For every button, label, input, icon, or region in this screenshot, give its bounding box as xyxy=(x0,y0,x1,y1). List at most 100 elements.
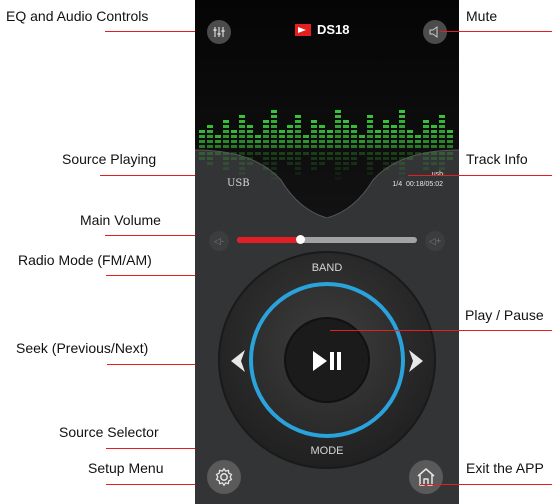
eq-bar-reflection xyxy=(407,152,413,155)
logo-mark-icon xyxy=(295,23,311,36)
eq-bar-segment xyxy=(383,125,389,128)
band-button[interactable]: BAND xyxy=(195,262,459,274)
volume-up-button[interactable]: ◁+ xyxy=(425,231,445,251)
eq-bar-reflection xyxy=(439,152,445,155)
eq-bar-segment xyxy=(255,145,261,148)
eq-bar-reflection xyxy=(223,157,229,160)
label-setup-menu: Setup Menu xyxy=(88,460,164,476)
eq-bar-reflection xyxy=(319,157,325,160)
play-pause-icon xyxy=(313,351,341,371)
eq-bar-segment xyxy=(279,135,285,138)
play-pause-button[interactable] xyxy=(307,348,347,374)
eq-bar-segment xyxy=(311,145,317,148)
eq-bar-reflection xyxy=(359,152,365,155)
eq-bar-reflection xyxy=(431,162,437,165)
eq-bar-segment xyxy=(335,130,341,133)
eq-bar-segment xyxy=(359,145,365,148)
eq-bar-segment xyxy=(239,120,245,123)
eq-bar-reflection xyxy=(295,172,301,175)
eq-bar-segment xyxy=(335,120,341,123)
eq-bar-segment xyxy=(423,125,429,128)
eq-bar-segment xyxy=(207,135,213,138)
eq-bar-segment xyxy=(279,140,285,143)
eq-bar-segment xyxy=(439,145,445,148)
settings-button[interactable] xyxy=(207,460,241,494)
eq-bar-segment xyxy=(439,125,445,128)
eq-bar-reflection xyxy=(295,157,301,160)
eq-bar-reflection xyxy=(431,157,437,160)
eq-bar-segment xyxy=(383,135,389,138)
eq-bar-segment xyxy=(335,115,341,118)
eq-bar-reflection xyxy=(399,152,405,155)
eq-bar-segment xyxy=(399,110,405,113)
eq-bar-segment xyxy=(431,145,437,148)
seek-back-icon xyxy=(231,350,245,372)
eq-bar-segment xyxy=(263,140,269,143)
eq-bar-segment xyxy=(207,130,213,133)
eq-bar-reflection xyxy=(383,152,389,155)
mute-button[interactable] xyxy=(423,20,447,44)
eq-bar-segment xyxy=(287,140,293,143)
eq-bar-segment xyxy=(303,140,309,143)
eq-bar-reflection xyxy=(351,152,357,155)
eq-bar-segment xyxy=(207,140,213,143)
eq-bar-segment xyxy=(399,125,405,128)
eq-bar-segment xyxy=(287,130,293,133)
app-screen: DS18 USB usb 1/4 00:18/05:02 ◁- ◁+ xyxy=(195,0,459,504)
eq-bar-segment xyxy=(367,125,373,128)
eq-bar-segment xyxy=(311,120,317,123)
eq-bar-segment xyxy=(247,125,253,128)
next-button[interactable] xyxy=(407,348,427,374)
eq-bar-segment xyxy=(319,140,325,143)
eq-bar-reflection xyxy=(247,162,253,165)
eq-bar-segment xyxy=(367,135,373,138)
eq-bar-reflection xyxy=(367,157,373,160)
track-position-time: 1/4 00:18/05:02 xyxy=(392,180,443,190)
eq-bar-reflection xyxy=(199,157,205,160)
eq-bar-reflection xyxy=(287,152,293,155)
eq-bar-reflection xyxy=(335,162,341,165)
eq-bar-reflection xyxy=(391,152,397,155)
eq-bar-segment xyxy=(207,145,213,148)
eq-bar-reflection xyxy=(223,162,229,165)
eq-bar-segment xyxy=(255,135,261,138)
mode-button[interactable]: MODE xyxy=(195,445,459,457)
eq-sliders-icon xyxy=(213,27,225,37)
eq-bar-segment xyxy=(223,130,229,133)
label-mute: Mute xyxy=(466,8,498,24)
eq-bar-segment xyxy=(247,130,253,133)
track-info: usb 1/4 00:18/05:02 xyxy=(392,170,443,190)
eq-bar-segment xyxy=(423,130,429,133)
eq-bar-reflection xyxy=(431,152,437,155)
previous-button[interactable] xyxy=(227,348,247,374)
volume-knob[interactable] xyxy=(296,235,305,244)
eq-bar-segment xyxy=(319,135,325,138)
eq-button[interactable] xyxy=(207,20,231,44)
label-track-info: Track Info xyxy=(466,151,528,167)
eq-bar-segment xyxy=(311,135,317,138)
eq-bar-segment xyxy=(447,130,453,133)
leader-play-pause xyxy=(330,330,552,331)
eq-bar-segment xyxy=(239,115,245,118)
eq-bar-segment xyxy=(423,135,429,138)
volume-down-button[interactable]: ◁- xyxy=(209,231,229,251)
eq-bar-reflection xyxy=(439,157,445,160)
eq-bar-segment xyxy=(399,120,405,123)
eq-bar-segment xyxy=(335,125,341,128)
leader-exit-app xyxy=(420,484,552,485)
eq-bar-segment xyxy=(351,125,357,128)
eq-bar-reflection xyxy=(383,157,389,160)
eq-bar-segment xyxy=(407,135,413,138)
eq-bar-reflection xyxy=(343,157,349,160)
label-source-playing: Source Playing xyxy=(62,151,157,167)
leader-track-info xyxy=(408,175,552,176)
eq-bar-segment xyxy=(391,130,397,133)
eq-bar-reflection xyxy=(327,152,333,155)
eq-bar-segment xyxy=(431,140,437,143)
eq-bar-segment xyxy=(359,140,365,143)
eq-bar-segment xyxy=(367,115,373,118)
eq-bar-reflection xyxy=(255,152,261,155)
eq-bar-segment xyxy=(407,140,413,143)
home-button[interactable] xyxy=(409,460,443,494)
eq-bar-segment xyxy=(431,130,437,133)
